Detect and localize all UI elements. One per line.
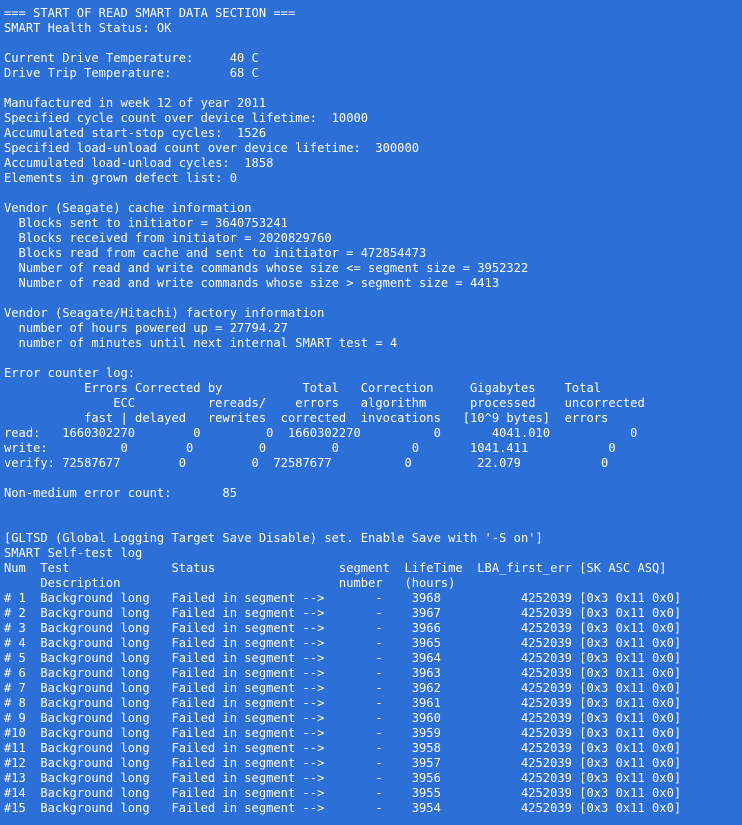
terminal-line: Vendor (Seagate/Hitachi) factory informa… <box>4 306 325 320</box>
terminal-line: #13 Background long Failed in segment --… <box>4 771 682 785</box>
terminal-line: Specified load-unload count over device … <box>4 141 420 155</box>
terminal-line: #12 Background long Failed in segment --… <box>4 756 682 770</box>
terminal-line: Num Test Status segment LifeTime LBA_fir… <box>4 561 667 575</box>
terminal-line: # 1 Background long Failed in segment --… <box>4 591 682 605</box>
terminal-line: [GLTSD (Global Logging Target Save Disab… <box>4 531 543 545</box>
terminal-line: # 4 Background long Failed in segment --… <box>4 636 682 650</box>
terminal-line: Non-medium error count: 85 <box>4 486 237 500</box>
terminal-line: # 9 Background long Failed in segment --… <box>4 711 682 725</box>
terminal-line: Manufactured in week 12 of year 2011 <box>4 96 267 110</box>
terminal-line: SMART Health Status: OK <box>4 21 172 35</box>
terminal-line: Specified cycle count over device lifeti… <box>4 111 369 125</box>
terminal-line: Current Drive Temperature: 40 C <box>4 51 259 65</box>
terminal-line: Vendor (Seagate) cache information <box>4 201 252 215</box>
terminal-line: number of minutes until next internal SM… <box>4 336 398 350</box>
terminal-line: Blocks received from initiator = 2020829… <box>4 231 332 245</box>
terminal-line: verify: 72587677 0 0 72587677 0 22.079 0 <box>4 456 609 470</box>
terminal-line: Accumulated start-stop cycles: 1526 <box>4 126 267 140</box>
terminal-line: Errors Corrected by Total Correction Gig… <box>4 381 602 395</box>
terminal-line: #14 Background long Failed in segment --… <box>4 786 682 800</box>
terminal-line: # 5 Background long Failed in segment --… <box>4 651 682 665</box>
terminal-line: SMART Self-test log <box>4 546 143 560</box>
terminal-line: # 6 Background long Failed in segment --… <box>4 666 682 680</box>
terminal-line: === START OF READ SMART DATA SECTION === <box>4 6 296 20</box>
terminal-line: number of hours powered up = 27794.27 <box>4 321 288 335</box>
terminal-line: Drive Trip Temperature: 68 C <box>4 66 259 80</box>
terminal-line: Elements in grown defect list: 0 <box>4 171 237 185</box>
terminal-line: # 3 Background long Failed in segment --… <box>4 621 682 635</box>
terminal-line: read: 1660302270 0 0 1660302270 0 4041.0… <box>4 426 638 440</box>
terminal-line: Number of read and write commands whose … <box>4 276 500 290</box>
terminal-line: Blocks read from cache and sent to initi… <box>4 246 427 260</box>
terminal-line: # 2 Background long Failed in segment --… <box>4 606 682 620</box>
terminal-line: #10 Background long Failed in segment --… <box>4 726 682 740</box>
terminal-line: #15 Background long Failed in segment --… <box>4 801 682 815</box>
terminal-line: Description number (hours) <box>4 576 456 590</box>
terminal-line: fast | delayed rewrites corrected invoca… <box>4 411 609 425</box>
terminal-line: write: 0 0 0 0 0 1041.411 0 <box>4 441 616 455</box>
terminal-line: #11 Background long Failed in segment --… <box>4 741 682 755</box>
terminal-line: Error counter log: <box>4 366 136 380</box>
terminal-line: Blocks sent to initiator = 3640753241 <box>4 216 288 230</box>
terminal-line: ECC rereads/ errors algorithm processed … <box>4 396 645 410</box>
terminal-line: Accumulated load-unload cycles: 1858 <box>4 156 274 170</box>
terminal-line: Number of read and write commands whose … <box>4 261 529 275</box>
terminal-line: # 8 Background long Failed in segment --… <box>4 696 682 710</box>
terminal-line: # 7 Background long Failed in segment --… <box>4 681 682 695</box>
terminal-output[interactable]: === START OF READ SMART DATA SECTION ===… <box>0 0 742 825</box>
